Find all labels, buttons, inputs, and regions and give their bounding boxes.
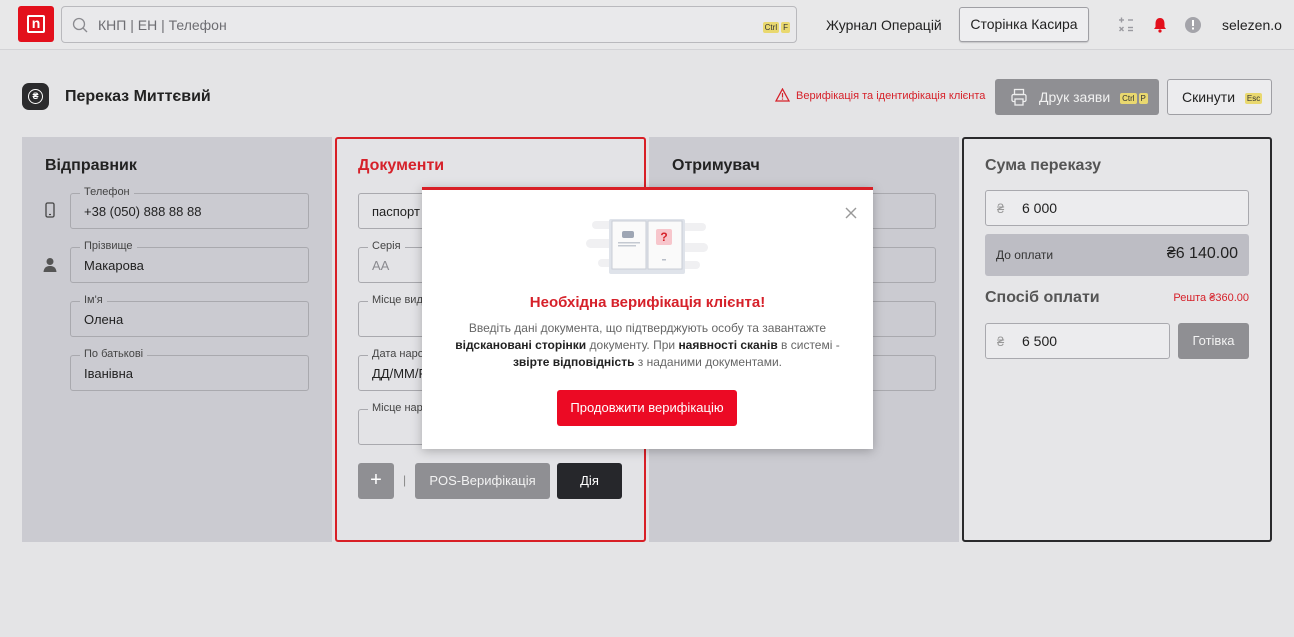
field-label: Дата наро <box>368 348 428 360</box>
cashier-page-button[interactable]: Сторінка Касира <box>959 7 1089 42</box>
close-icon[interactable] <box>845 207 857 219</box>
search-icon <box>72 17 88 33</box>
separator: | <box>403 473 407 487</box>
verification-warning-text: Верифікація та ідентифікація клієнта <box>796 90 986 102</box>
transfer-amount-value: 6 000 <box>1022 200 1058 216</box>
sender-title: Відправник <box>45 157 137 174</box>
pos-verification-button[interactable]: POS-Верифікація <box>415 463 550 499</box>
phone-icon <box>45 202 55 218</box>
username[interactable]: selezen.o <box>1222 17 1282 33</box>
sender-name-field[interactable]: Ім'я Олена <box>70 294 309 337</box>
alert-icon[interactable] <box>1184 16 1202 34</box>
field-label: Місце вид <box>368 294 427 306</box>
kbd-p: P <box>1138 92 1148 104</box>
modal-text-bold: звірте відповідність <box>512 355 635 369</box>
field-label: Ім'я <box>80 294 107 306</box>
receiver-title: Отримувач <box>672 157 760 174</box>
reset-button[interactable]: Скинути Esc <box>1167 79 1272 115</box>
modal-text-part: документу. При <box>586 338 679 352</box>
field-value: Макарова <box>84 258 144 273</box>
app-logo[interactable]: n <box>18 6 54 42</box>
field-placeholder: ДД/ММ/Р <box>372 366 428 381</box>
paid-amount-value: 6 500 <box>1022 333 1058 349</box>
continue-verification-button[interactable]: Продовжити верифікацію <box>557 390 737 426</box>
to-pay-label: До оплати <box>996 248 1054 262</box>
field-placeholder: АА <box>372 258 390 273</box>
modal-text-bold: наявності сканів <box>678 338 778 352</box>
change-amount: Решта ₴360.00 <box>1173 292 1249 304</box>
modal-text-bold: відскановані сторінки <box>455 338 587 352</box>
warning-icon <box>774 87 791 102</box>
search-input[interactable] <box>98 15 698 35</box>
field-value: +38 (050) 888 88 88 <box>84 204 202 219</box>
paid-amount-input[interactable]: ₴ 6 500 <box>985 323 1170 359</box>
svg-text:?: ? <box>660 230 667 244</box>
calculator-icon[interactable] <box>1117 16 1135 34</box>
modal-text-part: Введіть дані документа, що підтверджують… <box>468 321 827 335</box>
documents-title: Документи <box>358 157 445 174</box>
field-value: паспорт <box>372 204 420 219</box>
transfer-type-icon: ₴ <box>22 83 49 110</box>
logo-letter: n <box>27 15 45 33</box>
kbd-esc: Esc <box>1244 92 1263 104</box>
search-shortcut: Ctrl F <box>761 19 790 37</box>
field-label: Прізвище <box>80 240 137 252</box>
page-title: Переказ Миттєвий <box>65 88 211 105</box>
kbd-f: F <box>781 22 790 34</box>
field-value: Іванівна <box>84 366 133 381</box>
modal-text-part: в системі - <box>777 338 840 352</box>
diia-button[interactable]: Дія <box>557 463 622 499</box>
currency-symbol: ₴ <box>997 334 1005 349</box>
search-bar[interactable]: CtrlF <box>61 6 797 43</box>
sender-phone-field[interactable]: Телефон +38 (050) 888 88 88 <box>70 186 309 229</box>
field-label: Серія <box>368 240 405 252</box>
bell-icon[interactable] <box>1151 16 1169 34</box>
currency-symbol: ₴ <box>997 201 1005 216</box>
transfer-amount-title: Сума переказу <box>985 157 1101 174</box>
verification-modal: ? Необхідна верифікація клієнта! Введіть… <box>422 187 873 449</box>
field-label: По батькові <box>80 348 148 360</box>
field-value: Олена <box>84 312 124 327</box>
kbd-ctrl: Ctrl <box>762 22 780 34</box>
reset-button-label: Скинути <box>1182 89 1236 105</box>
journal-link[interactable]: Журнал Операцій <box>826 17 942 33</box>
sender-surname-field[interactable]: Прізвище Макарова <box>70 240 309 283</box>
field-label: Телефон <box>80 186 134 198</box>
cash-payment-button[interactable]: Готівка <box>1178 323 1249 359</box>
modal-text: Введіть дані документа, що підтверджують… <box>452 320 843 371</box>
kbd-ctrl: Ctrl <box>1120 92 1137 104</box>
modal-text-part: з наданими документами. <box>634 355 783 369</box>
transfer-amount-panel: Сума переказу ₴ 6 000 До оплати ₴6 140.0… <box>962 137 1272 542</box>
print-application-button[interactable]: Друк заяви Ctrl P <box>995 79 1159 115</box>
to-pay-box: До оплати ₴6 140.00 <box>985 234 1249 276</box>
to-pay-value: ₴6 140.00 <box>1166 245 1238 262</box>
transfer-amount-input[interactable]: ₴ 6 000 <box>985 190 1249 226</box>
sender-patronymic-field[interactable]: По батькові Іванівна <box>70 348 309 391</box>
verification-warning[interactable]: Верифікація та ідентифікація клієнта <box>774 87 986 102</box>
modal-title: Необхідна верифікація клієнта! <box>529 294 766 311</box>
payment-method-title: Спосіб оплати <box>985 289 1100 306</box>
add-document-button[interactable]: + <box>358 463 394 499</box>
printer-icon <box>1011 88 1027 106</box>
field-label: Місце нар <box>368 402 427 414</box>
document-illustration-icon: ? <box>586 219 708 274</box>
print-button-label: Друк заяви <box>1039 89 1111 105</box>
sender-panel: Відправник Телефон +38 (050) 888 88 88 П… <box>22 137 332 542</box>
top-bar: n CtrlF Журнал Операцій Сторінка Касира … <box>0 0 1294 50</box>
person-icon <box>43 258 57 272</box>
hryvnia-icon: ₴ <box>28 89 43 104</box>
